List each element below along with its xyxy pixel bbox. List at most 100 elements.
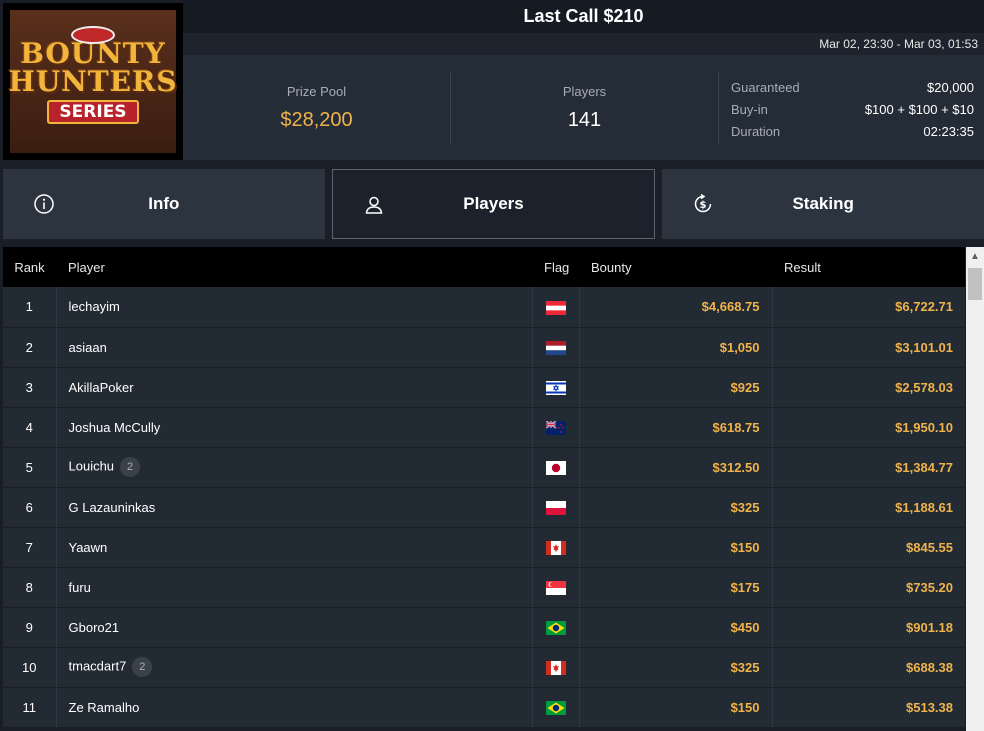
cell-rank: 5 xyxy=(3,447,57,488)
cell-bounty: $175 xyxy=(579,567,773,608)
table-row[interactable]: 8 furu $175 $735.20 xyxy=(3,567,965,608)
buyin-value: $100 + $100 + $10 xyxy=(864,102,974,117)
table-row[interactable]: 6 G Lazauninkas $325 $1,188.61 xyxy=(3,487,965,528)
table-row[interactable]: 1 lechayim $4,668.75 $6,722.71 xyxy=(3,287,965,328)
cell-player: Gboro21 xyxy=(56,607,533,648)
scroll-thumb[interactable] xyxy=(968,268,982,300)
cell-bounty: $325 xyxy=(579,487,773,528)
player-name[interactable]: G Lazauninkas xyxy=(69,500,156,515)
cell-player: lechayim xyxy=(56,287,533,328)
cell-flag xyxy=(532,567,580,608)
player-name[interactable]: AkillaPoker xyxy=(69,380,134,395)
table-row[interactable]: 4 Joshua McCully $618.75 $1,950.10 xyxy=(3,407,965,448)
table-row[interactable]: 5 Louichu 2 $312.50 $1,384.77 xyxy=(3,447,965,488)
header-result[interactable]: Result xyxy=(772,247,965,287)
table-header-row: Rank Player Flag Bounty Result xyxy=(3,247,965,287)
scroll-up-arrow-icon[interactable]: ▲ xyxy=(966,247,984,265)
header-flag[interactable]: Flag xyxy=(532,247,579,287)
player-name[interactable]: Yaawn xyxy=(69,540,108,555)
stats-panel: Prize Pool $28,200 Players 141 Guarantee… xyxy=(183,55,984,160)
cell-flag xyxy=(532,487,580,528)
player-name[interactable]: furu xyxy=(69,580,91,595)
tab-players[interactable]: Players xyxy=(331,169,656,239)
table-row[interactable]: 10 tmacdart7 2 $325 $688.38 xyxy=(3,647,965,688)
logo-series: SERIES xyxy=(47,99,139,124)
cell-result: $1,950.10 xyxy=(772,407,965,448)
cell-rank: 2 xyxy=(3,327,57,368)
cell-flag xyxy=(532,407,580,448)
brazil-flag-icon xyxy=(545,700,566,715)
austria-flag-icon xyxy=(545,300,566,315)
player-name[interactable]: tmacdart7 xyxy=(69,658,127,673)
header-rank[interactable]: Rank xyxy=(3,247,56,287)
header-bounty[interactable]: Bounty xyxy=(579,247,772,287)
buyin-label: Buy-in xyxy=(731,102,768,117)
table-row[interactable]: 7 Yaawn $150 $845.55 xyxy=(3,527,965,568)
reentry-count-badge: 2 xyxy=(120,457,141,477)
cell-result: $735.20 xyxy=(772,567,965,608)
singapore-flag-icon xyxy=(545,580,566,595)
cell-bounty: $150 xyxy=(579,527,773,568)
table-row[interactable]: 9 Gboro21 $450 $901.18 xyxy=(3,607,965,648)
bounty-hunters-logo: BOUNTY HUNTERS SERIES xyxy=(3,3,183,160)
player-name[interactable]: asiaan xyxy=(69,340,107,355)
canada-flag-icon xyxy=(545,660,566,675)
dollar-cycle-icon: $ xyxy=(695,193,712,213)
cell-player: Joshua McCully xyxy=(56,407,533,448)
guaranteed-row: Guaranteed $20,000 xyxy=(731,77,974,99)
player-name[interactable]: Louichu xyxy=(69,458,115,473)
cell-rank: 6 xyxy=(3,487,57,528)
cell-flag xyxy=(532,527,580,568)
brazil-flag-icon xyxy=(545,620,566,635)
player-name[interactable]: Joshua McCully xyxy=(69,420,161,435)
reentry-count-badge: 2 xyxy=(132,657,153,677)
cell-bounty: $925 xyxy=(579,367,773,408)
cell-player: Louichu 2 xyxy=(56,447,533,488)
cell-rank: 8 xyxy=(3,567,57,608)
cell-rank: 11 xyxy=(3,687,57,728)
date-bar: Mar 02, 23:30 - Mar 03, 01:53 xyxy=(183,33,984,55)
japan-flag-icon xyxy=(545,460,566,475)
logo-art: BOUNTY HUNTERS SERIES xyxy=(8,10,178,153)
cell-flag xyxy=(532,327,580,368)
new-zealand-flag-icon xyxy=(545,420,566,435)
cell-rank: 3 xyxy=(3,367,57,408)
tournament-title: Last Call $210 xyxy=(523,6,644,26)
canada-flag-icon xyxy=(545,540,566,555)
cell-player: Yaawn xyxy=(56,527,533,568)
cell-result: $845.55 xyxy=(772,527,965,568)
tab-info[interactable]: Info xyxy=(3,169,325,239)
player-name[interactable]: Ze Ramalho xyxy=(69,700,140,715)
player-name[interactable]: lechayim xyxy=(69,299,120,314)
cell-result: $2,578.03 xyxy=(772,367,965,408)
buyin-row: Buy-in $100 + $100 + $10 xyxy=(731,99,974,121)
user-icon xyxy=(365,196,383,214)
cell-rank: 1 xyxy=(3,287,57,328)
cell-player: furu xyxy=(56,567,533,608)
cell-rank: 7 xyxy=(3,527,57,568)
duration-row: Duration 02:23:35 xyxy=(731,121,974,143)
duration-label: Duration xyxy=(731,124,781,139)
guaranteed-value: $20,000 xyxy=(927,80,974,95)
cell-flag xyxy=(532,447,580,488)
cell-flag xyxy=(532,367,580,408)
cell-bounty: $325 xyxy=(579,647,773,688)
svg-text:$: $ xyxy=(700,200,707,211)
table-row[interactable]: 2 asiaan $1,050 $3,101.01 xyxy=(3,327,965,368)
prize-pool-value: $28,200 xyxy=(280,108,353,131)
players-table: Rank Player Flag Bounty Result 1 lechayim… xyxy=(3,247,965,728)
cell-flag xyxy=(532,287,580,328)
logo-word-2: HUNTERS xyxy=(8,64,178,98)
vertical-scrollbar[interactable]: ▲ xyxy=(966,247,984,731)
player-name[interactable]: Gboro21 xyxy=(69,620,120,635)
tab-staking[interactable]: $ Staking xyxy=(662,169,984,239)
header-player[interactable]: Player xyxy=(56,247,532,287)
cell-bounty: $618.75 xyxy=(579,407,773,448)
table-row[interactable]: 11 Ze Ramalho $150 $513.38 xyxy=(3,687,965,728)
players-stat: Players 141 xyxy=(451,71,719,144)
cell-result: $1,188.61 xyxy=(772,487,965,528)
table-row[interactable]: 3 AkillaPoker $925 $2,578.03 xyxy=(3,367,965,408)
tournament-details: Guaranteed $20,000 Buy-in $100 + $100 + … xyxy=(719,55,984,160)
israel-flag-icon xyxy=(545,380,566,395)
cell-player: Ze Ramalho xyxy=(56,687,533,728)
